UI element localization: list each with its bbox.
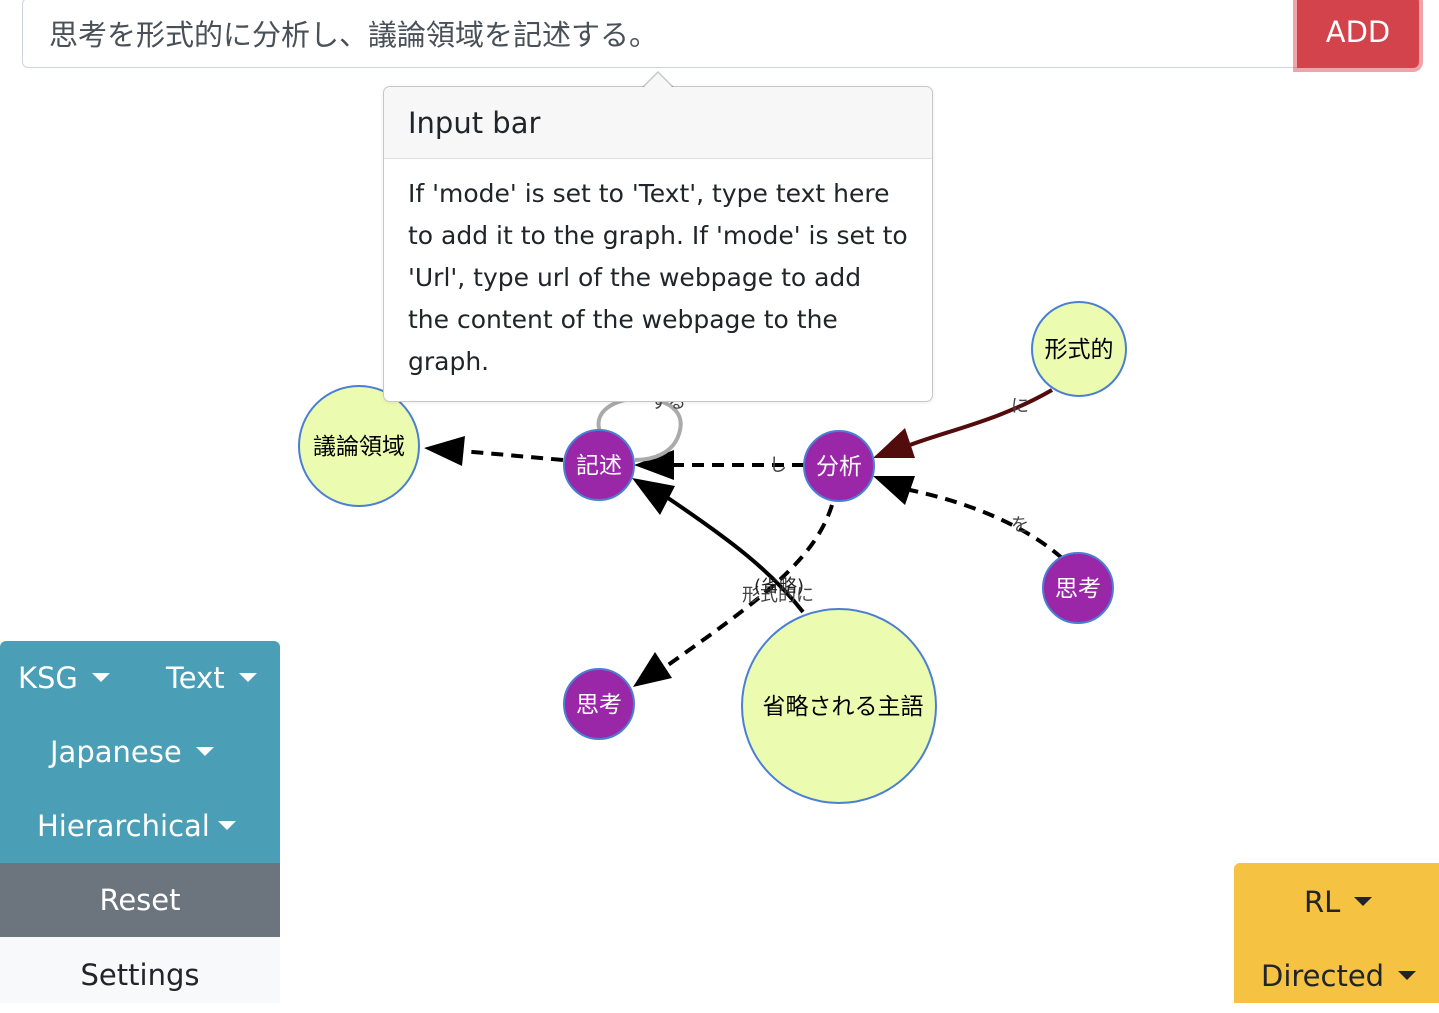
direction-dropdown-label: RL [1304,885,1341,919]
input-bar-popover: Input bar If 'mode' is set to 'Text', ty… [383,71,933,402]
layout-dropdown[interactable]: Hierarchical [37,809,236,843]
node-label: 省略される主語 [763,694,924,720]
control-panel: KSG Text Japanese Hierarchical Reset Set… [0,641,280,1003]
chevron-down-icon [91,672,110,682]
edge-shikou-bunseki [909,488,1064,560]
edge-label-shouryaku: (省略) [754,576,804,597]
node-label: 分析 [816,454,862,480]
arrowhead [634,450,674,480]
chevron-down-icon [1354,896,1373,906]
language-dropdown-label: Japanese [50,735,182,769]
reset-button[interactable]: Reset [0,863,280,937]
edge-label-shi: し [769,455,787,476]
arrowhead [873,476,915,505]
mode-dropdown-label: Text [166,661,225,695]
edge-label-ni: に [1011,396,1029,417]
edge-label-wo: を [1011,515,1029,536]
ksg-dropdown-label: KSG [18,661,78,695]
layout-row: Hierarchical [0,789,280,863]
arrowhead [873,428,915,458]
arrowhead [633,652,672,687]
direction-panel: RL Directed [1234,863,1439,1003]
node-kijutsu[interactable]: 記述 [563,429,635,501]
node-label: 記述 [576,453,622,479]
node-shouryaku[interactable]: 省略される主語 [741,608,937,804]
ksg-dropdown[interactable]: KSG [18,661,110,695]
node-label: 形式的 [1045,337,1114,363]
chevron-down-icon [217,820,236,830]
ksg-mode-row: KSG Text [0,641,280,715]
layout-dropdown-label: Hierarchical [37,809,210,843]
popover-body: If 'mode' is set to 'Text', type text he… [408,179,908,376]
popover-title: Input bar [384,87,932,159]
node-shikou-right[interactable]: 思考 [1042,552,1114,624]
chevron-down-icon [238,672,257,682]
settings-button[interactable]: Settings [0,937,280,1003]
language-row: Japanese [0,715,280,789]
mode-dropdown[interactable]: Text [166,661,257,695]
text-input[interactable] [23,0,1293,67]
chevron-down-icon [1398,970,1417,980]
arrowhead [424,436,465,466]
node-shikou-left[interactable]: 思考 [563,668,635,740]
edge-type-dropdown-label: Directed [1261,959,1385,993]
edge-kijutsu-giron [461,449,564,462]
edge-type-dropdown[interactable]: Directed [1261,959,1417,993]
node-giron[interactable]: 議論領域 [298,385,420,507]
input-bar [22,0,1322,68]
node-keishikiteki[interactable]: 形式的 [1031,301,1127,397]
node-label: 思考 [1055,576,1101,602]
arrowhead [632,478,675,515]
add-button[interactable]: ADD [1297,0,1419,68]
language-dropdown[interactable]: Japanese [50,735,214,769]
direction-dropdown[interactable]: RL [1304,885,1373,919]
node-bunseki[interactable]: 分析 [803,430,875,502]
node-label: 議論領域 [313,434,405,460]
node-label: 思考 [576,692,622,718]
popover-arrow-inner [643,73,673,88]
chevron-down-icon [195,746,214,756]
